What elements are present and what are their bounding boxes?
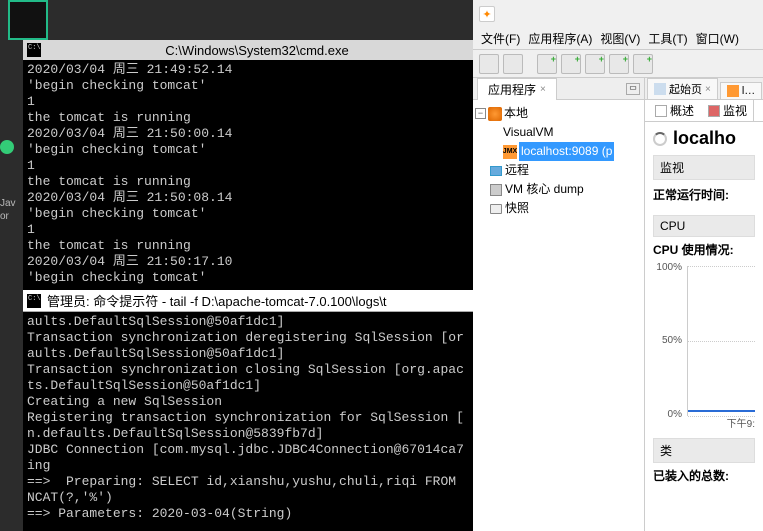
tree-node-visualvm[interactable]: ✦ VisualVM <box>475 123 642 142</box>
tree-node-coredump[interactable]: VM 核心 dump <box>475 180 642 199</box>
chart-ytick: 100% <box>656 262 686 273</box>
window-titlebar[interactable]: C:\Windows\System32\cmd.exe <box>23 40 473 60</box>
section-class-header: 类 <box>653 438 755 463</box>
panel-tabbar: 应用程序 × ▭ <box>473 78 644 100</box>
chart-ytick: 50% <box>662 335 686 346</box>
snapshot-icon <box>489 202 503 216</box>
desktop-label: Jav <box>0 198 16 209</box>
toolbar-add-local-icon[interactable] <box>537 54 557 74</box>
cpu-usage-label: CPU 使用情况: <box>653 237 755 262</box>
monitor-content: localho 监视 正常运行时间: CPU CPU 使用情况: 100% 50… <box>645 122 763 531</box>
tree-label: localhost:9089 (p <box>519 142 614 161</box>
menu-view[interactable]: 视图(V) <box>600 30 640 47</box>
application-tree[interactable]: − 本地 ✦ VisualVM JMX localhost:9089 (p 远程 <box>473 100 644 222</box>
tab-label: 应用程序 <box>488 81 536 98</box>
content-panel: 起始页 × l… 概述 监视 <box>645 78 763 531</box>
cmd-icon <box>27 294 41 308</box>
chart-series-cpu <box>688 410 755 412</box>
content-tabbar: 起始页 × l… <box>645 78 763 100</box>
subtab-label: 概述 <box>670 102 694 119</box>
toolbar-open-icon[interactable] <box>479 54 499 74</box>
close-icon[interactable]: × <box>540 84 546 95</box>
cmd-icon <box>27 43 41 57</box>
menu-applications[interactable]: 应用程序(A) <box>528 30 592 47</box>
coredump-icon <box>489 183 503 197</box>
desktop-icon <box>8 0 48 40</box>
tree-collapse-icon[interactable]: − <box>475 108 486 119</box>
uptime-label: 正常运行时间: <box>653 180 755 209</box>
applications-panel: 应用程序 × ▭ − 本地 ✦ VisualVM JMX localhost:9… <box>473 78 645 531</box>
subtab-label: 监视 <box>723 102 747 119</box>
remote-icon <box>489 164 503 178</box>
page-title: localho <box>653 128 755 149</box>
cmd-window-2[interactable]: 管理员: 命令提示符 - tail -f D:\apache-tomcat-7.… <box>23 290 473 531</box>
window-header[interactable]: ✦ <box>473 0 763 28</box>
close-icon[interactable]: × <box>705 84 711 95</box>
terminal-output[interactable]: aults.DefaultSqlSession@50af1dc1] Transa… <box>23 312 473 524</box>
visualvm-app-icon: ✦ <box>479 6 495 22</box>
jmx-icon: JMX <box>503 145 517 159</box>
menu-tools[interactable]: 工具(T) <box>648 30 687 47</box>
host-icon <box>488 107 502 121</box>
window-titlebar[interactable]: 管理员: 命令提示符 - tail -f D:\apache-tomcat-7.… <box>23 290 473 312</box>
toolbar <box>473 50 763 78</box>
toolbar-add-dump-icon[interactable] <box>609 54 629 74</box>
minimize-panel-icon[interactable]: ▭ <box>626 83 640 95</box>
toolbar-add-remote-icon[interactable] <box>561 54 581 74</box>
chart-ytick: 0% <box>668 409 686 420</box>
toolbar-add-jmx-icon[interactable] <box>585 54 605 74</box>
tree-label: VisualVM <box>503 123 553 142</box>
desktop-label: or <box>0 211 9 222</box>
tree-node-remote[interactable]: 远程 <box>475 161 642 180</box>
chart-gridline <box>688 341 755 342</box>
section-monitor-header: 监视 <box>653 155 755 180</box>
tree-label: VM 核心 dump <box>505 180 584 199</box>
overview-icon <box>655 105 667 117</box>
subtab-bar: 概述 监视 <box>645 100 763 122</box>
tree-label: 本地 <box>504 104 528 123</box>
section-cpu-header: CPU <box>653 215 755 237</box>
visualvm-window[interactable]: ✦ 文件(F) 应用程序(A) 视图(V) 工具(T) 窗口(W) 应用程序 ×… <box>473 0 763 531</box>
tab-label: l… <box>742 85 755 97</box>
desktop-icon <box>0 140 14 154</box>
tab-startpage[interactable]: 起始页 × <box>647 78 718 99</box>
cmd-window-1[interactable]: C:\Windows\System32\cmd.exe 2020/03/04 周… <box>23 40 473 290</box>
tab-applications[interactable]: 应用程序 × <box>477 78 557 100</box>
subtab-monitor[interactable]: 监视 <box>702 100 754 121</box>
toolbar-add-snapshot-icon[interactable] <box>633 54 653 74</box>
window-title: 管理员: 命令提示符 - tail -f D:\apache-tomcat-7.… <box>47 291 387 310</box>
tree-node-jmx-selected[interactable]: JMX localhost:9089 (p <box>475 142 642 161</box>
startpage-icon <box>654 83 666 95</box>
tree-node-snapshot[interactable]: 快照 <box>475 199 642 218</box>
chart-xtick: 下午9: <box>727 415 755 430</box>
window-title: C:\Windows\System32\cmd.exe <box>45 43 469 58</box>
subtab-overview[interactable]: 概述 <box>649 100 700 121</box>
menu-window[interactable]: 窗口(W) <box>696 30 739 47</box>
tab-jmx-connection[interactable]: l… <box>720 82 762 99</box>
chart-gridline <box>688 266 755 267</box>
tree-label: 远程 <box>505 161 529 180</box>
loading-spinner-icon <box>653 132 667 146</box>
tree-node-local[interactable]: − 本地 <box>475 104 642 123</box>
terminal-output[interactable]: 2020/03/04 周三 21:49:52.14 'begin checkin… <box>23 60 473 288</box>
cpu-usage-chart: 100% 50% 0% 下午9: <box>687 266 755 416</box>
loaded-classes-label: 已装入的总数: <box>653 463 755 488</box>
jmx-icon <box>727 85 739 97</box>
tree-label: 快照 <box>505 199 529 218</box>
monitor-icon <box>708 105 720 117</box>
tab-label: 起始页 <box>669 81 702 97</box>
menu-file[interactable]: 文件(F) <box>481 30 520 47</box>
title-text: localho <box>673 128 736 149</box>
toolbar-save-icon[interactable] <box>503 54 523 74</box>
menu-bar[interactable]: 文件(F) 应用程序(A) 视图(V) 工具(T) 窗口(W) <box>473 28 763 50</box>
